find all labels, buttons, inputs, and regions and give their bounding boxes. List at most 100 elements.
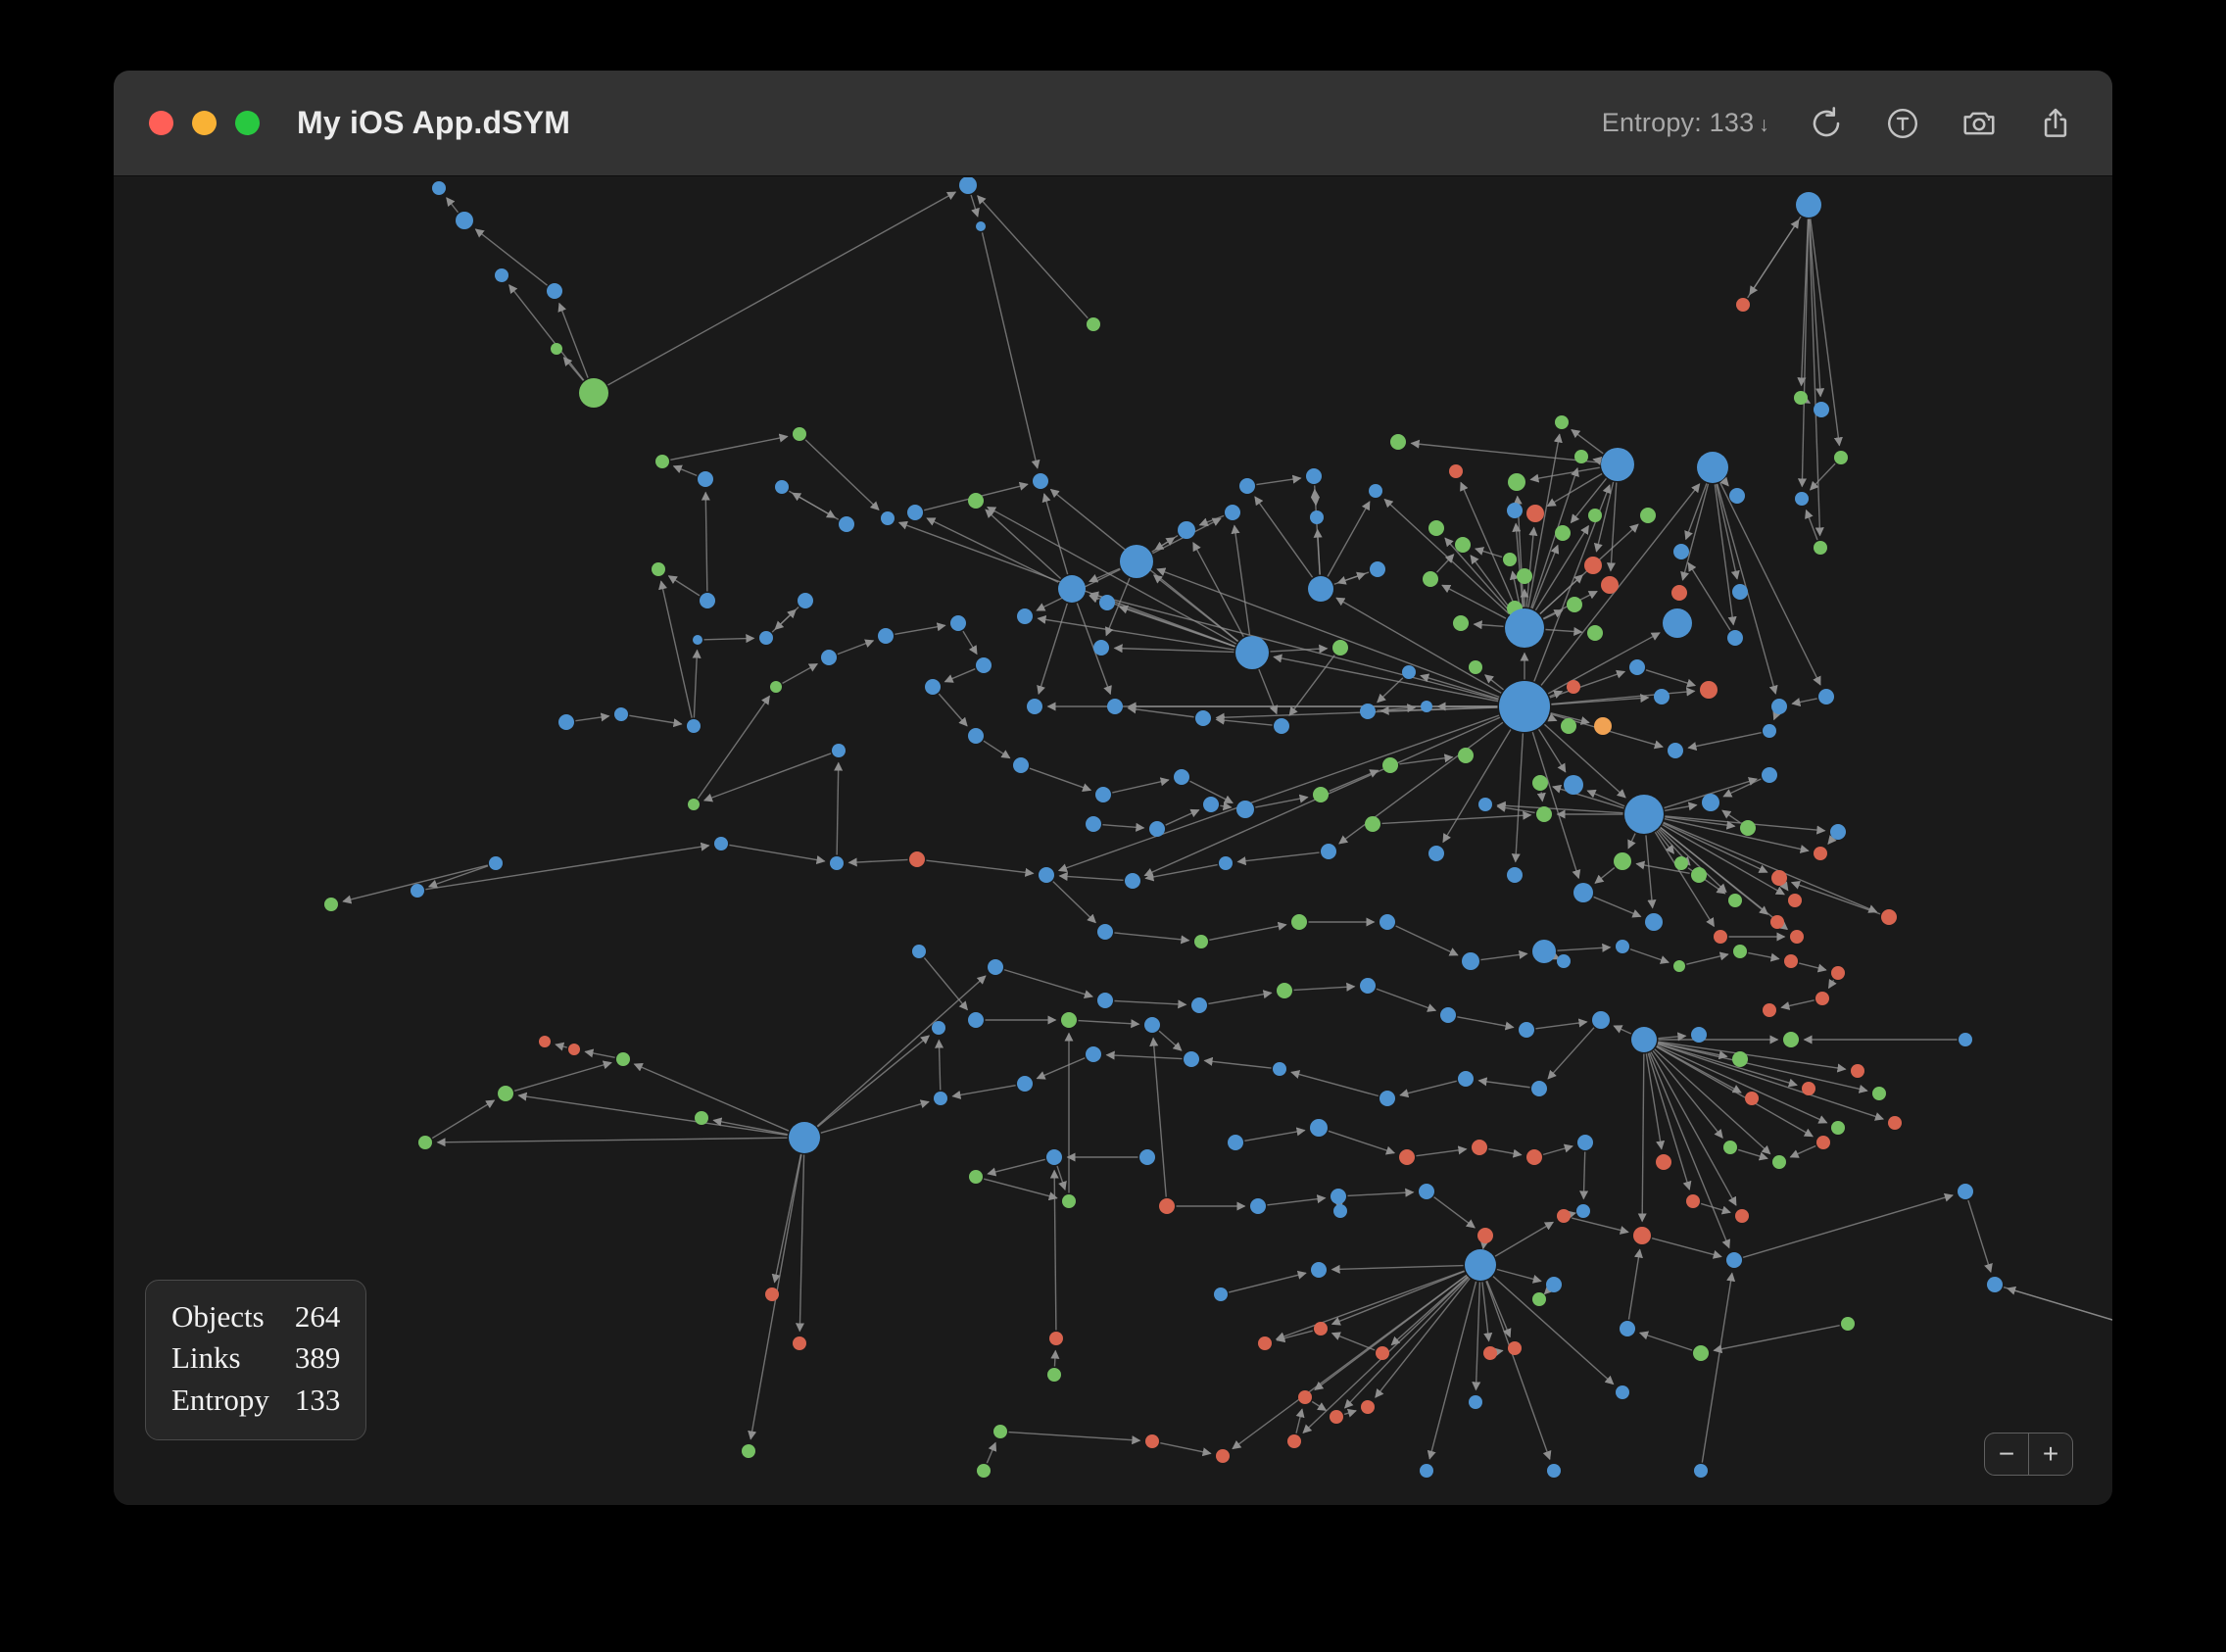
graph-node[interactable] xyxy=(1399,1149,1415,1165)
graph-node[interactable] xyxy=(1588,509,1602,522)
graph-node[interactable] xyxy=(695,1111,708,1125)
graph-node[interactable] xyxy=(1477,1228,1493,1243)
graph-node[interactable] xyxy=(1567,597,1582,612)
graph-node[interactable] xyxy=(1726,1252,1742,1268)
graph-node[interactable] xyxy=(1310,1119,1328,1137)
graph-node[interactable] xyxy=(1735,1209,1749,1223)
graph-node[interactable] xyxy=(1360,978,1376,994)
zoom-in-button[interactable]: + xyxy=(2029,1433,2072,1475)
graph-node[interactable] xyxy=(616,1052,630,1066)
graph-node[interactable] xyxy=(1421,701,1432,712)
graph-node[interactable] xyxy=(1086,816,1101,832)
graph-node[interactable] xyxy=(1428,846,1444,861)
graph-node[interactable] xyxy=(1469,660,1482,674)
graph-node[interactable] xyxy=(1795,492,1809,506)
graph-node[interactable] xyxy=(1733,945,1747,958)
graph-node[interactable] xyxy=(1557,954,1571,968)
graph-node[interactable] xyxy=(1087,317,1100,331)
graph-node[interactable] xyxy=(1291,914,1307,930)
minimize-window-button[interactable] xyxy=(192,111,217,135)
graph-node[interactable] xyxy=(1455,537,1471,553)
graph-node[interactable] xyxy=(1402,665,1416,679)
close-window-button[interactable] xyxy=(149,111,173,135)
graph-node[interactable] xyxy=(700,593,715,608)
graph-node[interactable] xyxy=(934,1092,947,1105)
graph-node[interactable] xyxy=(1107,699,1123,714)
graph-node[interactable] xyxy=(759,631,773,645)
graph-node[interactable] xyxy=(1228,1135,1243,1150)
graph-node[interactable] xyxy=(1654,689,1670,705)
graph-node[interactable] xyxy=(1851,1064,1864,1078)
graph-node[interactable] xyxy=(693,635,702,645)
graph-node[interactable] xyxy=(1379,914,1395,930)
graph-node[interactable] xyxy=(1365,816,1380,832)
graph-node[interactable] xyxy=(1203,797,1219,812)
graph-node[interactable] xyxy=(1790,930,1804,944)
graph-node[interactable] xyxy=(1423,571,1438,587)
graph-node[interactable] xyxy=(714,837,728,850)
graph-node[interactable] xyxy=(539,1036,551,1047)
graph-node[interactable] xyxy=(1987,1277,2003,1292)
graph-node[interactable] xyxy=(839,516,854,532)
graph-node[interactable] xyxy=(495,268,508,282)
graph-node[interactable] xyxy=(1958,1184,1973,1199)
graph-node[interactable] xyxy=(1700,681,1718,699)
graph-node[interactable] xyxy=(1236,801,1254,818)
graph-node[interactable] xyxy=(1370,561,1385,577)
graph-node[interactable] xyxy=(1321,844,1336,859)
graph-node[interactable] xyxy=(1058,575,1086,603)
graph-node[interactable] xyxy=(907,505,923,520)
graph-node[interactable] xyxy=(688,799,700,810)
graph-node[interactable] xyxy=(1673,544,1689,559)
graph-node[interactable] xyxy=(765,1288,779,1301)
graph-node[interactable] xyxy=(1086,1046,1101,1062)
graph-node[interactable] xyxy=(1656,1154,1671,1170)
graph-node[interactable] xyxy=(579,378,608,408)
graph-node[interactable] xyxy=(1830,824,1846,840)
graph-node[interactable] xyxy=(1714,930,1727,944)
graph-node[interactable] xyxy=(568,1044,580,1055)
graph-node[interactable] xyxy=(1093,640,1109,656)
graph-node[interactable] xyxy=(1555,415,1569,429)
graph-node[interactable] xyxy=(1587,625,1603,641)
graph-node[interactable] xyxy=(1794,391,1808,405)
graph-node[interactable] xyxy=(976,657,992,673)
graph-node[interactable] xyxy=(1194,935,1208,948)
graph-node[interactable] xyxy=(1831,966,1845,980)
graph-node[interactable] xyxy=(832,744,846,757)
graph-node[interactable] xyxy=(1694,1464,1708,1478)
graph-node[interactable] xyxy=(1815,992,1829,1005)
entropy-readout-button[interactable]: Entropy: 133↓ xyxy=(1602,108,1769,138)
graph-node[interactable] xyxy=(925,679,941,695)
zoom-out-button[interactable]: − xyxy=(1985,1433,2029,1475)
graph-node[interactable] xyxy=(1629,659,1645,675)
graph-node[interactable] xyxy=(1235,636,1269,669)
graph-node[interactable] xyxy=(1419,1184,1434,1199)
graph-node[interactable] xyxy=(1462,952,1479,970)
graph-node[interactable] xyxy=(1728,894,1742,907)
graph-node[interactable] xyxy=(1184,1051,1199,1067)
graph-node[interactable] xyxy=(1702,794,1719,811)
graph-node[interactable] xyxy=(1306,468,1322,484)
graph-node[interactable] xyxy=(1816,1136,1830,1149)
graph-node[interactable] xyxy=(1507,867,1523,883)
graph-node[interactable] xyxy=(1149,821,1165,837)
graph-node[interactable] xyxy=(1507,503,1523,518)
graph-node[interactable] xyxy=(1258,1336,1272,1350)
graph-node[interactable] xyxy=(1691,1027,1707,1043)
graph-node[interactable] xyxy=(1727,630,1743,646)
graph-node[interactable] xyxy=(878,628,894,644)
graph-node[interactable] xyxy=(1818,689,1834,705)
graph-node[interactable] xyxy=(1191,997,1207,1013)
graph-node[interactable] xyxy=(1465,1249,1496,1281)
graph-node[interactable] xyxy=(1310,510,1324,524)
graph-node[interactable] xyxy=(1531,1081,1547,1096)
graph-node[interactable] xyxy=(1555,525,1571,541)
graph-node[interactable] xyxy=(1736,298,1750,312)
graph-node[interactable] xyxy=(1483,1346,1497,1360)
graph-node[interactable] xyxy=(1881,909,1897,925)
graph-node[interactable] xyxy=(1097,924,1113,940)
graph-node[interactable] xyxy=(1740,820,1756,836)
graph-node[interactable] xyxy=(1033,473,1048,489)
graph-node[interactable] xyxy=(1120,545,1153,578)
